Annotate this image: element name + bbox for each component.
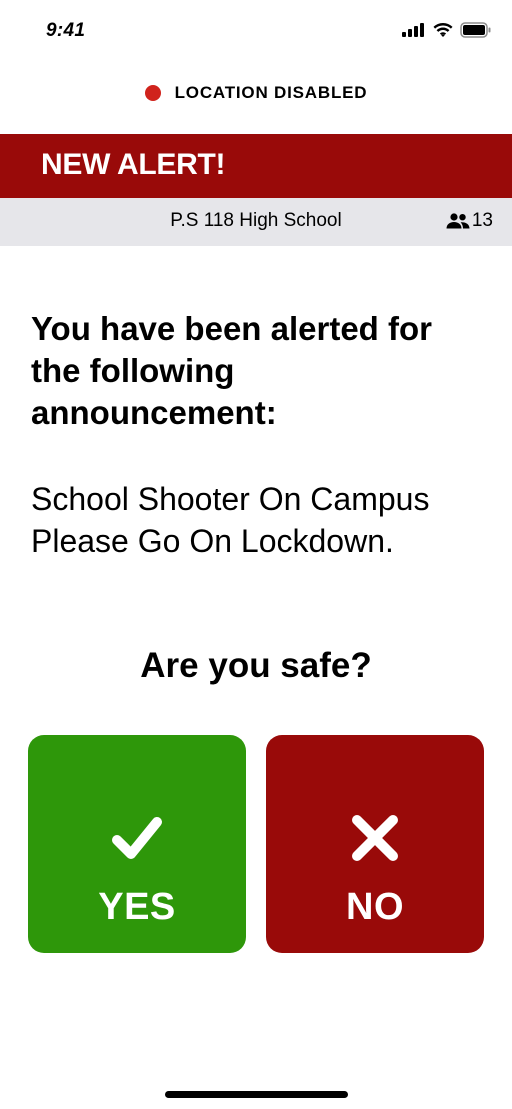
alert-title: NEW ALERT!	[41, 148, 226, 181]
alert-message-line-2: Please Go On Lockdown.	[31, 523, 394, 559]
location-status-text: LOCATION DISABLED	[174, 83, 368, 102]
alert-banner: NEW ALERT!	[0, 134, 512, 198]
no-button[interactable]: NO	[266, 735, 484, 953]
location-status-dot	[144, 85, 161, 101]
no-button-label: NO	[346, 886, 404, 928]
yes-button[interactable]: YES	[28, 735, 246, 953]
status-time: 9:41	[46, 20, 86, 41]
x-mark-icon	[352, 815, 398, 861]
member-count-value: 13	[471, 210, 493, 231]
status-bar: 9:41	[0, 0, 512, 62]
group-people-icon	[446, 213, 470, 229]
member-count: 13	[446, 210, 493, 232]
school-name: P.S 118 High School	[170, 210, 342, 231]
alert-heading: You have been alerted for the following …	[31, 310, 432, 431]
alert-message: School Shooter On Campus Please Go On Lo…	[31, 478, 501, 562]
yes-button-label: YES	[98, 886, 176, 928]
home-indicator[interactable]	[165, 1091, 348, 1098]
alert-message-line-1: School Shooter On Campus	[31, 481, 430, 517]
location-status: LOCATION DISABLED	[0, 80, 512, 106]
status-icons	[402, 22, 492, 38]
safety-question: Are you safe?	[140, 646, 372, 685]
wifi-icon	[433, 23, 453, 37]
checkmark-icon	[112, 817, 162, 859]
school-info-bar: P.S 118 High School 13	[0, 198, 512, 246]
cellular-signal-icon	[402, 23, 424, 37]
battery-icon	[460, 22, 491, 38]
